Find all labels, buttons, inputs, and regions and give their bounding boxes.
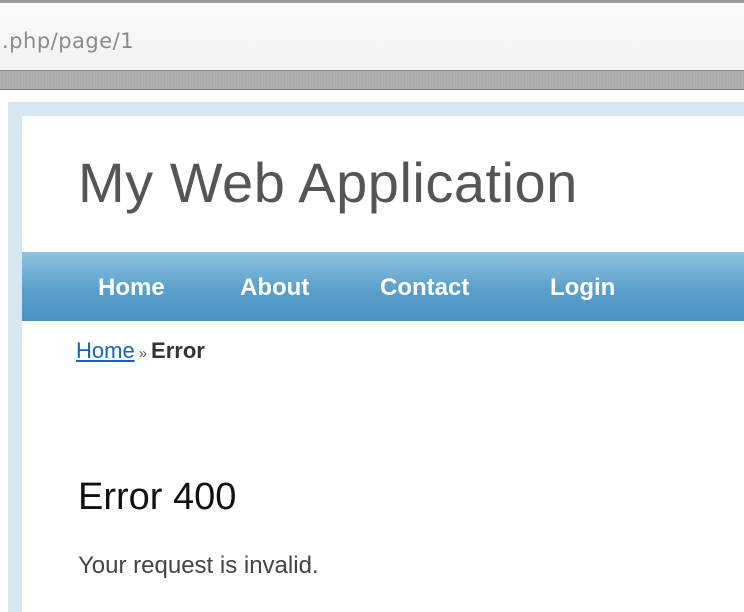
breadcrumb-home-link[interactable]: Home <box>76 338 135 363</box>
error-message: Your request is invalid. <box>78 552 319 579</box>
menu-item-home[interactable]: Home <box>98 274 165 302</box>
page-container: My Web Application Home About Contact Lo… <box>22 116 744 612</box>
menu-item-about[interactable]: About <box>240 274 309 302</box>
menu-item-login[interactable]: Login <box>550 274 615 302</box>
page-title: Error 400 <box>78 475 237 518</box>
main-menu: Home About Contact Login <box>22 252 744 321</box>
breadcrumb-separator: » <box>138 345 148 362</box>
menu-item-contact[interactable]: Contact <box>380 274 469 302</box>
toolbar-divider <box>0 70 744 90</box>
site-logo-title: My Web Application <box>78 151 578 214</box>
browser-window: .php/page/1 My Web Application Home Abou… <box>0 0 744 612</box>
address-bar[interactable]: .php/page/1 <box>0 0 744 70</box>
breadcrumb-current: Error <box>151 338 205 363</box>
breadcrumb: Home» Error <box>76 338 205 364</box>
address-bar-url[interactable]: .php/page/1 <box>2 29 134 53</box>
